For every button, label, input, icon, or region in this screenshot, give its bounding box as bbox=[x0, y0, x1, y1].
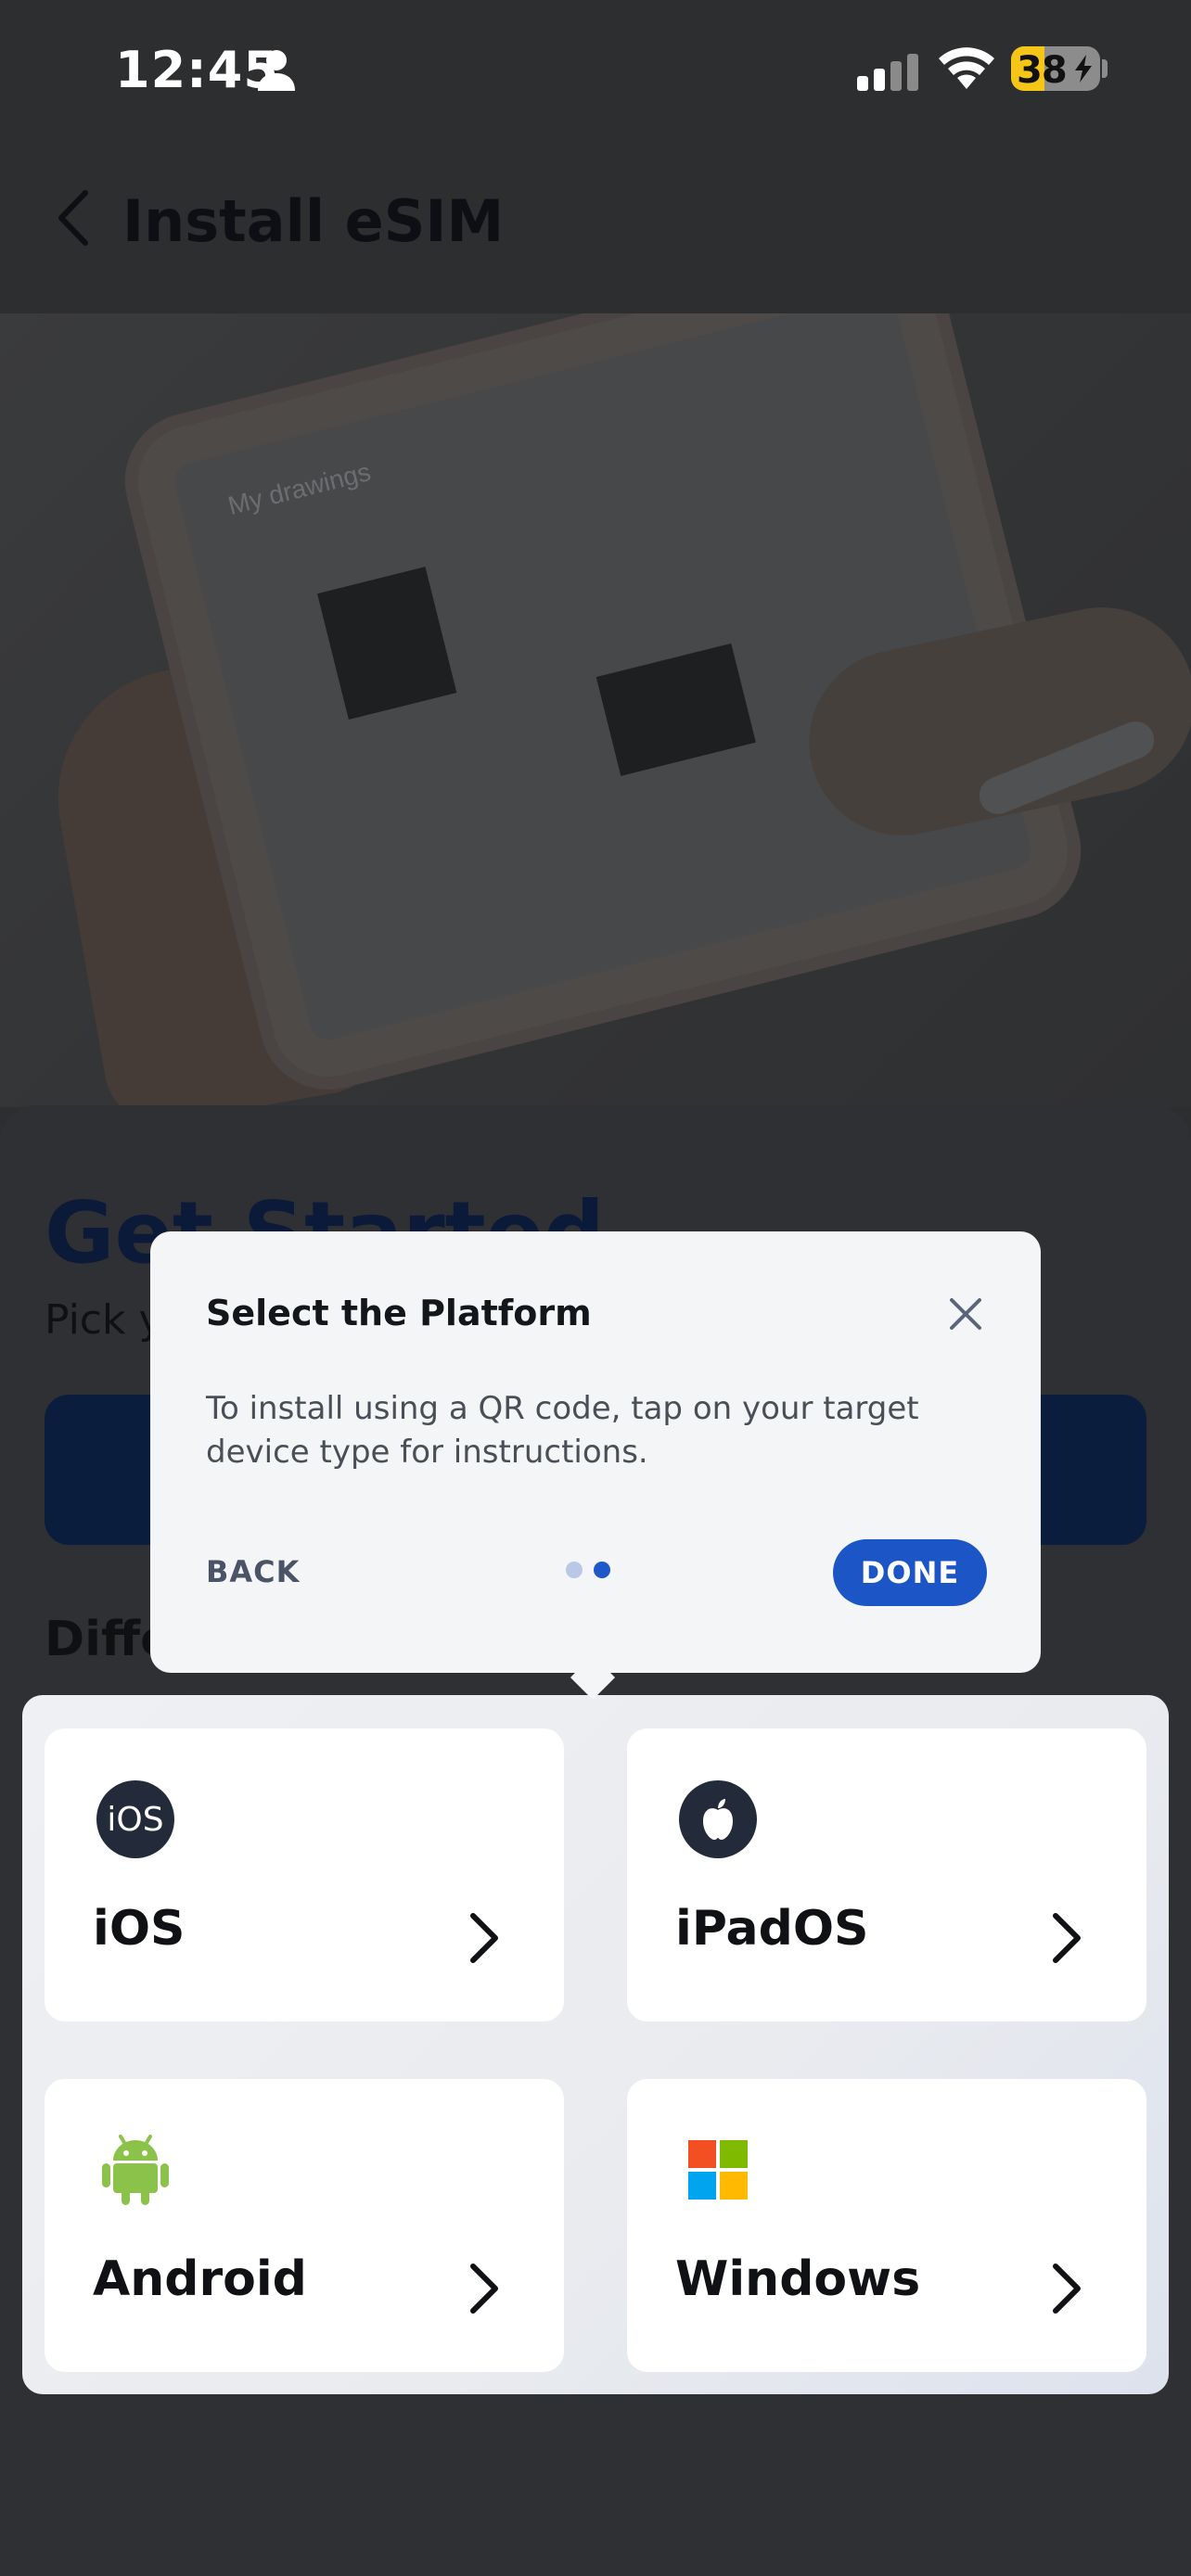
platform-dialog: Select the Platform To install using a Q… bbox=[150, 1231, 1041, 1673]
page-indicator bbox=[566, 1562, 618, 1580]
page-dot-active bbox=[594, 1562, 610, 1578]
platform-card-windows[interactable]: Windows bbox=[627, 2079, 1146, 2372]
back-button[interactable]: BACK bbox=[206, 1554, 300, 1589]
close-icon[interactable] bbox=[944, 1293, 987, 1335]
ios-icon-text: iOS bbox=[107, 1800, 164, 1839]
dialog-body: To install using a QR code, tap on your … bbox=[206, 1390, 919, 1471]
hero-drawing-tile bbox=[596, 643, 756, 776]
chevron-left-icon[interactable] bbox=[52, 187, 93, 249]
ios-icon: iOS bbox=[96, 1780, 174, 1858]
app-screen: 12:45 38 Install eSIM My drawings Get Pi… bbox=[0, 0, 1191, 2576]
status-time: 12:45 bbox=[115, 41, 279, 99]
windows-icon bbox=[688, 2140, 748, 2200]
hero-tablet-caption: My drawings bbox=[224, 456, 374, 521]
platform-grid: iOS iOS iPadOS Android Windows bbox=[22, 1695, 1169, 2394]
pick-subtitle: Pick y bbox=[45, 1296, 163, 1344]
page-dot bbox=[566, 1562, 583, 1578]
chevron-right-icon bbox=[470, 1913, 498, 1963]
platform-card-ipados[interactable]: iPadOS bbox=[627, 1728, 1146, 2021]
dialog-title: Select the Platform bbox=[206, 1293, 592, 1333]
chevron-right-icon bbox=[1053, 1913, 1081, 1963]
hero-image: My drawings bbox=[0, 313, 1191, 1107]
chevron-right-icon bbox=[470, 2264, 498, 2314]
platform-label-ios: iOS bbox=[93, 1901, 186, 1957]
apple-icon bbox=[679, 1780, 757, 1858]
platform-label-ipados: iPadOS bbox=[675, 1901, 869, 1957]
android-icon bbox=[102, 2135, 169, 2205]
platform-label-windows: Windows bbox=[675, 2251, 921, 2307]
done-button[interactable]: DONE bbox=[833, 1539, 987, 1606]
hero-drawing-tile bbox=[317, 567, 457, 721]
page-title: Install eSIM bbox=[122, 187, 505, 255]
battery-nub bbox=[1102, 59, 1108, 78]
person-icon bbox=[258, 50, 295, 91]
platform-label-android: Android bbox=[93, 2251, 307, 2307]
battery-charging-icon: 38 bbox=[1011, 46, 1100, 91]
wifi-icon bbox=[939, 47, 994, 89]
platform-card-ios[interactable]: iOS iOS bbox=[45, 1728, 564, 2021]
chevron-right-icon bbox=[1053, 2264, 1081, 2314]
platform-card-android[interactable]: Android bbox=[45, 2079, 564, 2372]
nav-header: Install eSIM bbox=[0, 139, 1191, 315]
signal-icon bbox=[857, 54, 918, 91]
charging-bolt-icon bbox=[1075, 55, 1092, 83]
status-bar: 12:45 38 bbox=[0, 0, 1191, 139]
apple-logo-icon bbox=[703, 1799, 733, 1840]
battery-level: 38 bbox=[1017, 49, 1068, 91]
